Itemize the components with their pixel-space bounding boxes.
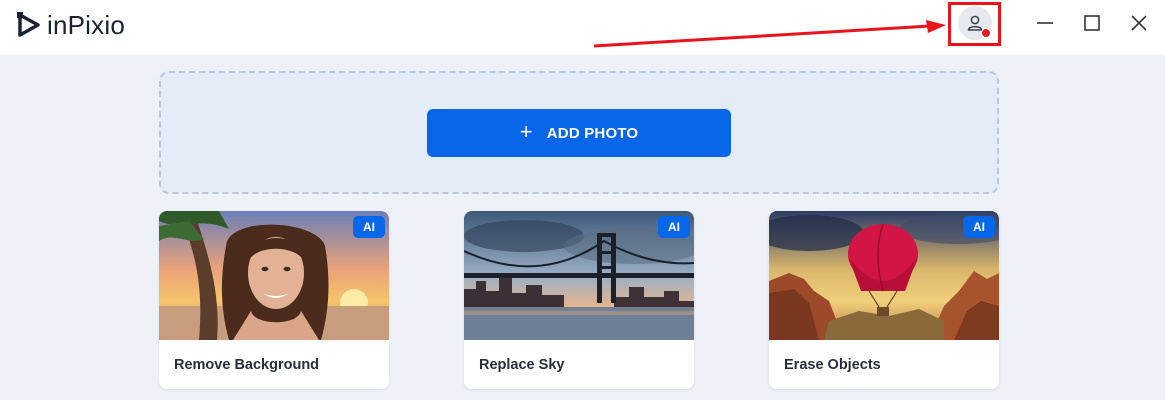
title-bar: inPixio [0, 0, 1165, 55]
remove-background-label: Remove Background [174, 357, 320, 373]
close-button[interactable] [1126, 10, 1152, 36]
replace-sky-card[interactable]: AI Replace Sky [464, 211, 694, 389]
maximize-button[interactable] [1079, 10, 1105, 36]
minimize-button[interactable] [1032, 10, 1058, 36]
erase-objects-card[interactable]: AI Erase Objects [769, 211, 999, 389]
maximize-icon [1084, 15, 1100, 31]
replace-sky-label: Replace Sky [479, 357, 565, 373]
close-icon [1131, 15, 1147, 31]
remove-background-card[interactable]: AI Remove Background [159, 211, 389, 389]
erase-objects-label: Erase Objects [784, 357, 881, 373]
plus-icon: + [519, 119, 533, 144]
app-logo: inPixio [17, 9, 125, 41]
ai-badge: AI [353, 216, 385, 238]
ai-badge: AI [963, 216, 995, 238]
minimize-icon [1037, 22, 1053, 24]
app-name: inPixio [47, 9, 125, 40]
add-photo-label: ADD PHOTO [546, 124, 639, 142]
play-logo-icon [17, 12, 40, 37]
annotation-highlight-box [948, 2, 1001, 46]
annotation-arrow [593, 20, 946, 48]
ai-badge: AI [658, 216, 690, 238]
add-photo-button[interactable]: + ADD PHOTO [427, 109, 731, 157]
